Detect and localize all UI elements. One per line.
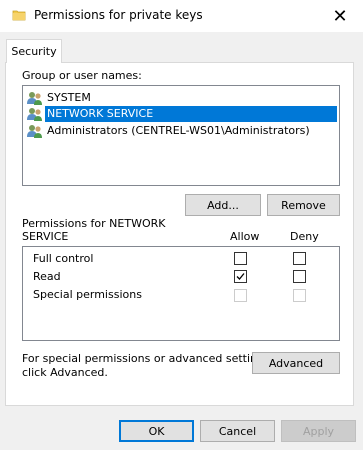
- deny-column-header: Deny: [290, 230, 319, 243]
- special-deny-checkbox: [293, 289, 306, 302]
- apply-button: Apply: [281, 420, 356, 442]
- close-icon: ✕: [332, 5, 348, 27]
- full-control-allow-checkbox[interactable]: [234, 252, 247, 265]
- add-button[interactable]: Add...: [185, 194, 261, 216]
- read-deny-checkbox[interactable]: [293, 270, 306, 283]
- group-user-list[interactable]: SYSTEM NETWORK SERVICE Administrators (C…: [22, 85, 340, 186]
- list-item-label: NETWORK SERVICE: [45, 105, 337, 122]
- permission-read: Read: [33, 270, 61, 283]
- cancel-button[interactable]: Cancel: [200, 420, 275, 442]
- permissions-dialog: Permissions for private keys ✕ Security …: [0, 0, 363, 450]
- remove-button[interactable]: Remove: [267, 194, 340, 216]
- apply-button-label: Apply: [302, 424, 335, 438]
- allow-column-header: Allow: [230, 230, 260, 243]
- tab-security[interactable]: Security: [6, 39, 62, 63]
- users-group-icon: [27, 107, 42, 121]
- checkmark-icon: [236, 273, 245, 280]
- tab-security-label: Security: [11, 45, 57, 58]
- list-item-system[interactable]: SYSTEM: [27, 89, 337, 106]
- full-control-deny-checkbox[interactable]: [293, 252, 306, 265]
- permission-full-control: Full control: [33, 252, 94, 265]
- advanced-hint-line2: click Advanced.: [22, 366, 108, 379]
- list-item-label: Administrators (CENTREL-WS01\Administrat…: [47, 123, 310, 137]
- special-allow-checkbox: [234, 289, 247, 302]
- users-group-icon: [27, 91, 42, 105]
- remove-button-label: Remove: [281, 198, 326, 212]
- advanced-hint-line1: For special permissions or advanced sett…: [22, 352, 274, 365]
- folder-icon: [12, 10, 26, 21]
- title-bar[interactable]: Permissions for private keys ✕: [0, 0, 363, 32]
- advanced-button-label: Advanced: [268, 356, 324, 370]
- permissions-list: Full control Read Special permissions: [22, 246, 340, 341]
- list-item-network-service[interactable]: NETWORK SERVICE: [27, 105, 337, 122]
- advanced-button[interactable]: Advanced: [252, 352, 340, 374]
- group-names-label: Group or user names:: [22, 69, 142, 82]
- ok-button[interactable]: OK: [119, 420, 194, 442]
- permissions-label-line1: Permissions for NETWORK: [22, 217, 166, 230]
- permission-special: Special permissions: [33, 288, 142, 301]
- permissions-label-line2: SERVICE: [22, 230, 69, 243]
- close-button[interactable]: ✕: [317, 0, 363, 32]
- read-allow-checkbox[interactable]: [234, 270, 247, 283]
- users-group-icon: [27, 124, 42, 138]
- list-item-label: SYSTEM: [47, 90, 91, 104]
- cancel-button-label: Cancel: [218, 424, 257, 438]
- add-button-label: Add...: [207, 198, 239, 212]
- window-title: Permissions for private keys: [34, 8, 203, 22]
- list-item-administrators[interactable]: Administrators (CENTREL-WS01\Administrat…: [27, 122, 337, 139]
- ok-button-label: OK: [148, 424, 165, 438]
